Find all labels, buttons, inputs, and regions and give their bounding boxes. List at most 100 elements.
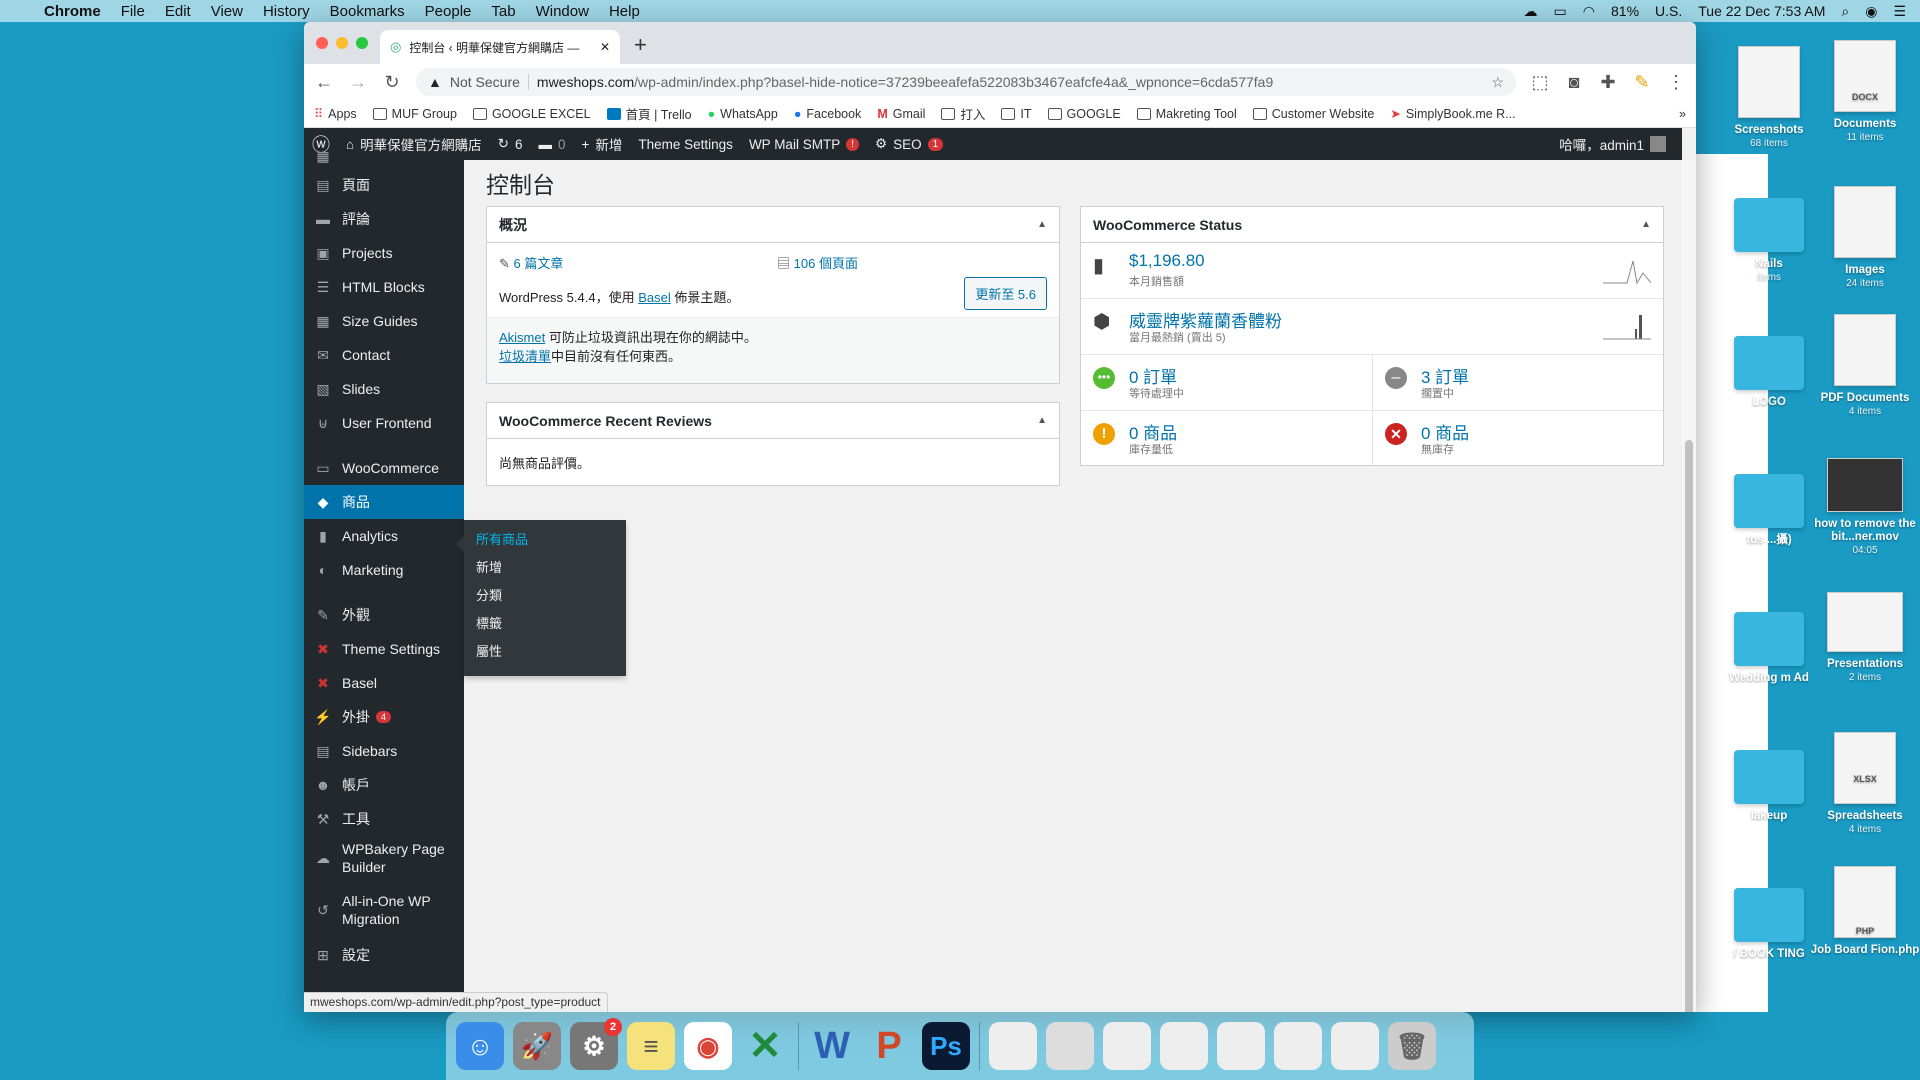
bookmark-gmail[interactable]: M Gmail bbox=[877, 107, 925, 121]
updates-link[interactable]: ↻ 6 bbox=[498, 136, 523, 152]
sidebar-item-comments[interactable]: ▬ 評論 bbox=[304, 202, 464, 236]
sidebar-item-wpbakery[interactable]: ☁ WPBakery Page Builder bbox=[304, 836, 464, 880]
browser-tab[interactable]: ◎ 控制台 ‹ 明華保健官方網購店 — ✕ bbox=[380, 30, 620, 64]
bookmark-folder[interactable]: Customer Website bbox=[1252, 107, 1374, 121]
menu-people[interactable]: People bbox=[425, 3, 472, 20]
new-tab-button[interactable]: + bbox=[634, 32, 647, 58]
recent-document-icon[interactable] bbox=[1103, 1022, 1151, 1070]
wp-mail-smtp-link[interactable]: WP Mail SMTP! bbox=[749, 137, 859, 152]
comments-link[interactable]: ▬ 0 bbox=[538, 137, 565, 152]
bookmark-folder[interactable]: Makreting Tool bbox=[1136, 107, 1237, 121]
bookmark-folder[interactable]: IT bbox=[1001, 107, 1032, 121]
menu-app-name[interactable]: Chrome bbox=[44, 3, 101, 20]
close-window-button[interactable] bbox=[316, 37, 328, 49]
sidebar-item-contact[interactable]: ✉ Contact bbox=[304, 338, 464, 372]
sidebar-item-partial[interactable]: ▦ bbox=[304, 146, 464, 166]
powerpoint-icon[interactable]: P bbox=[865, 1022, 913, 1070]
sidebar-item-plugins[interactable]: ⚡ 外掛 4 bbox=[304, 700, 464, 734]
sidebar-item-pages[interactable]: ▤ 頁面 bbox=[304, 168, 464, 202]
creative-cloud-icon[interactable]: ☁ bbox=[1524, 3, 1538, 20]
theme-link[interactable]: Basel bbox=[638, 290, 671, 305]
launchpad-icon[interactable]: 🚀 bbox=[513, 1022, 561, 1070]
sidebar-item-woocommerce[interactable]: ▭ WooCommerce bbox=[304, 451, 464, 485]
system-preferences-icon[interactable]: ⚙ 2 bbox=[570, 1018, 622, 1070]
bookmark-folder[interactable]: GOOGLE EXCEL bbox=[472, 107, 591, 121]
recent-document-icon[interactable] bbox=[1217, 1022, 1265, 1070]
menu-tab[interactable]: Tab bbox=[491, 3, 515, 20]
control-center-icon[interactable]: ☰ bbox=[1893, 3, 1906, 20]
menu-edit[interactable]: Edit bbox=[165, 3, 191, 20]
sidebar-item-html-blocks[interactable]: ☰ HTML Blocks bbox=[304, 270, 464, 304]
recent-document-icon[interactable] bbox=[1274, 1022, 1322, 1070]
sidebar-item-appearance[interactable]: ✎ 外觀 bbox=[304, 598, 464, 632]
sidebar-item-tools[interactable]: ⚒ 工具 bbox=[304, 802, 464, 836]
extensions-puzzle-icon[interactable]: ✚ bbox=[1598, 72, 1618, 93]
menu-history[interactable]: History bbox=[263, 3, 310, 20]
sales-row[interactable]: ▮ $1,196.80 本月銷售額 bbox=[1081, 243, 1663, 299]
low-stock[interactable]: ! 0 商品 庫存量低 bbox=[1081, 411, 1373, 465]
widget-header[interactable]: WooCommerce Recent Reviews ▲ bbox=[487, 403, 1059, 439]
page-scrollbar[interactable] bbox=[1682, 160, 1696, 1012]
processing-orders[interactable]: ••• 0 訂單 等待處理中 bbox=[1081, 355, 1373, 410]
siri-icon[interactable]: ◉ bbox=[1865, 3, 1877, 20]
sidebar-item-users[interactable]: ☻ 帳戶 bbox=[304, 768, 464, 802]
desktop-item[interactable]: LOGO bbox=[1714, 324, 1824, 409]
desktop-item[interactable]: PDF Documents 4 items bbox=[1810, 314, 1920, 418]
update-wordpress-button[interactable]: 更新至 5.6 bbox=[964, 277, 1047, 310]
png-file-icon[interactable] bbox=[989, 1022, 1037, 1070]
sidebar-item-projects[interactable]: ▣ Projects bbox=[304, 236, 464, 270]
top-seller-row[interactable]: ⬢ 威靈牌紫蘿蘭香體粉 當月最熱銷 (賣出 5) bbox=[1081, 299, 1663, 355]
posts-count-link[interactable]: ✎ 6 篇文章 bbox=[499, 253, 563, 272]
desktop-item[interactable]: / BOOK TING bbox=[1714, 876, 1824, 961]
battery-status[interactable]: 81% bbox=[1611, 3, 1639, 19]
desktop-item[interactable]: Nails items bbox=[1714, 186, 1824, 284]
chrome-icon[interactable]: ◉ bbox=[684, 1022, 732, 1070]
sidebar-item-theme-settings[interactable]: ✖ Theme Settings bbox=[304, 632, 464, 666]
minimize-window-button[interactable] bbox=[336, 37, 348, 49]
theme-settings-link[interactable]: Theme Settings bbox=[638, 137, 733, 152]
recent-document-icon[interactable] bbox=[1160, 1022, 1208, 1070]
psd-file-icon[interactable] bbox=[1046, 1022, 1094, 1070]
menu-file[interactable]: File bbox=[121, 3, 145, 20]
sidebar-item-products[interactable]: ◆ 商品 bbox=[304, 485, 464, 519]
bookmark-facebook[interactable]: ● Facebook bbox=[794, 107, 861, 121]
new-content-link[interactable]: + 新增 bbox=[582, 134, 623, 154]
zoom-window-button[interactable] bbox=[356, 37, 368, 49]
sidebar-item-size-guides[interactable]: ▦ Size Guides bbox=[304, 304, 464, 338]
desktop-item[interactable]: DOCX Documents 11 items bbox=[1810, 40, 1920, 144]
wifi-icon[interactable]: ◠ bbox=[1583, 3, 1595, 20]
desktop-item[interactable]: Images 24 items bbox=[1810, 186, 1920, 290]
menu-bookmarks[interactable]: Bookmarks bbox=[330, 3, 405, 20]
bookmark-star-icon[interactable]: ☆ bbox=[1491, 74, 1504, 91]
sidebar-item-settings[interactable]: ⊞ 設定 bbox=[304, 938, 464, 972]
akismet-link[interactable]: Akismet bbox=[499, 330, 545, 345]
notes-icon[interactable]: ≡ bbox=[627, 1022, 675, 1070]
address-bar[interactable]: ▲ Not Secure mweshops.com/wp-admin/index… bbox=[416, 68, 1516, 96]
desktop-item[interactable]: Presentations 2 items bbox=[1810, 592, 1920, 684]
collapse-toggle-icon[interactable]: ▲ bbox=[1037, 415, 1047, 426]
forward-icon[interactable]: → bbox=[348, 72, 368, 93]
bookmark-folder[interactable]: 打入 bbox=[941, 104, 985, 123]
on-hold-orders[interactable]: – 3 訂單 擱置中 bbox=[1373, 355, 1663, 410]
menu-view[interactable]: View bbox=[211, 3, 243, 20]
account-menu[interactable]: 哈囉，admin1 bbox=[1559, 134, 1666, 154]
bookmark-apps[interactable]: ⠿ Apps bbox=[314, 106, 357, 122]
pages-count-link[interactable]: ▤ 106 個頁面 bbox=[777, 253, 858, 272]
sidebar-item-user-frontend[interactable]: ⊎ User Frontend bbox=[304, 406, 464, 440]
extension-icon[interactable]: ✎ bbox=[1632, 72, 1652, 93]
camera-icon[interactable]: ◙ bbox=[1564, 72, 1584, 93]
sidebar-item-migration[interactable]: ↺ All-in-One WP Migration bbox=[304, 888, 464, 932]
input-source[interactable]: U.S. bbox=[1655, 3, 1682, 19]
widget-header[interactable]: WooCommerce Status ▲ bbox=[1081, 207, 1663, 243]
menu-help[interactable]: Help bbox=[609, 3, 640, 20]
bookmark-folder[interactable]: MUF Group bbox=[372, 107, 457, 121]
photoshop-icon[interactable]: Ps bbox=[922, 1022, 970, 1070]
recent-document-icon[interactable] bbox=[1331, 1022, 1379, 1070]
desktop-item[interactable]: how to remove the bit...ner.mov 04:05 bbox=[1810, 458, 1920, 557]
menu-window[interactable]: Window bbox=[536, 3, 589, 20]
bookmark-whatsapp[interactable]: ● WhatsApp bbox=[708, 107, 778, 121]
finder-icon[interactable]: ☺ bbox=[456, 1022, 504, 1070]
scrollbar-thumb[interactable] bbox=[1685, 440, 1693, 1012]
bookmark-folder[interactable]: GOOGLE bbox=[1047, 107, 1121, 121]
sidebar-item-analytics[interactable]: ▮ Analytics bbox=[304, 519, 464, 553]
